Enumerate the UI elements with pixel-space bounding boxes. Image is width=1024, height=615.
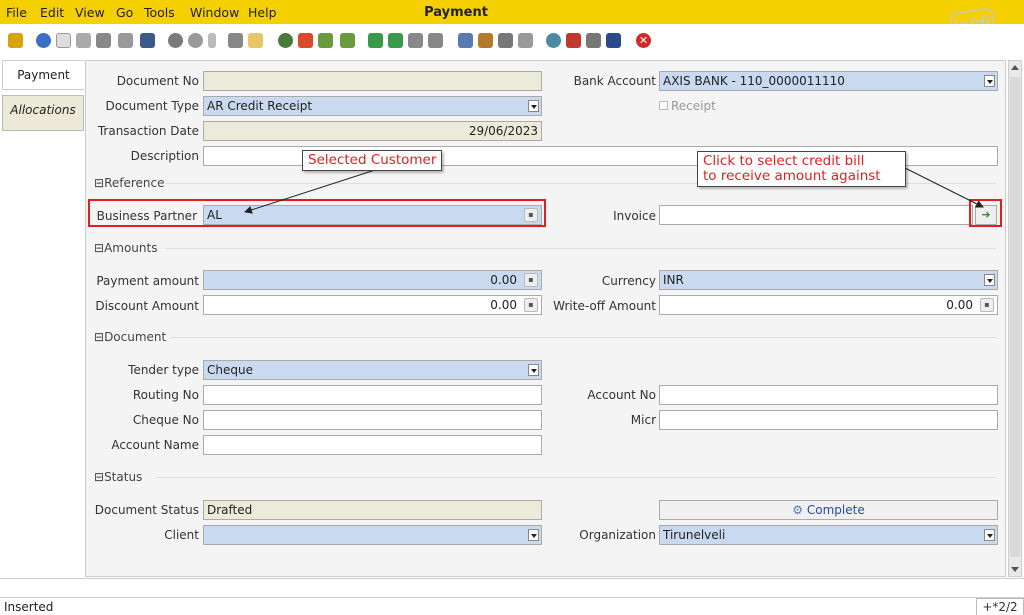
credit-bill-arrow: [904, 167, 984, 208]
scroll-up-icon[interactable]: [1011, 65, 1019, 70]
selected-customer-callout: Selected Customer: [302, 150, 443, 171]
customer-arrow: [244, 169, 376, 214]
record-navigation[interactable]: +*2/2: [976, 598, 1024, 615]
status-text: Inserted: [4, 600, 54, 614]
vertical-scrollbar[interactable]: [1008, 60, 1022, 577]
scroll-down-icon[interactable]: [1011, 567, 1019, 572]
info-row: [0, 578, 1024, 592]
annotation-arrows: [244, 167, 984, 214]
credit-bill-callout-line2: to receive amount against: [703, 168, 881, 184]
credit-bill-callout: Click to select credit bill to receive a…: [697, 151, 906, 187]
status-bar: Inserted +*2/2: [0, 597, 1024, 615]
credit-bill-callout-line1: Click to select credit bill: [703, 153, 865, 169]
scroll-thumb[interactable]: [1010, 77, 1020, 557]
